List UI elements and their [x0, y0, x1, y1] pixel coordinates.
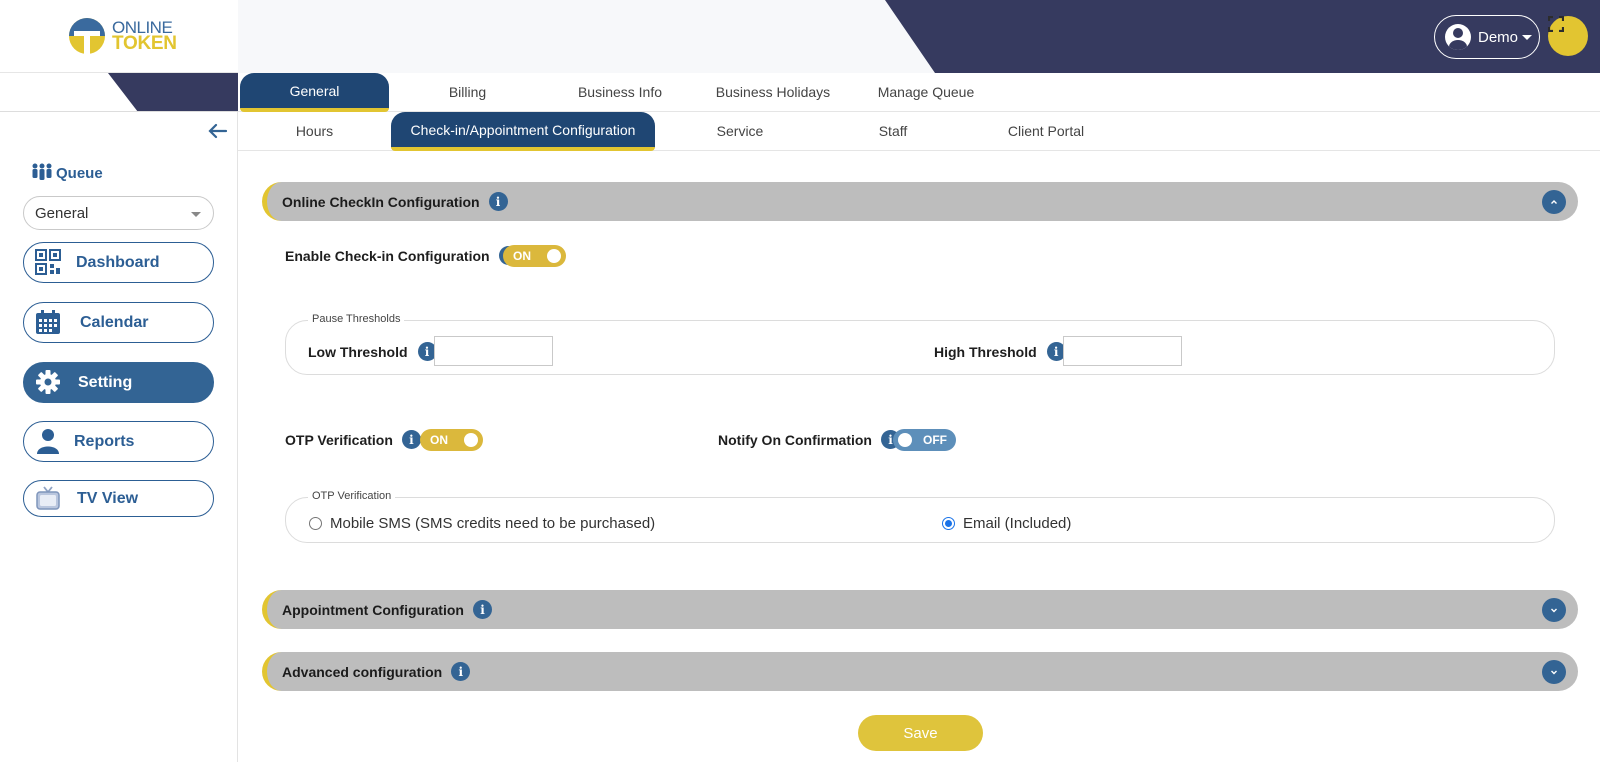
sidebar-band-shape [108, 73, 238, 111]
fullscreen-button[interactable] [1548, 16, 1588, 56]
toggle-state: OFF [923, 433, 947, 447]
low-threshold-label: Low Threshold [308, 343, 408, 360]
user-name: Demo [1478, 28, 1519, 46]
sidebar-item-tv-view[interactable]: TV View [23, 480, 214, 517]
tab-client-portal[interactable]: Client Portal [971, 112, 1121, 149]
sidebar: Queue General Dashboard Calendar Setting… [0, 112, 238, 762]
high-threshold-input[interactable] [1063, 336, 1182, 366]
low-threshold-row: Low Threshold i [308, 342, 437, 361]
save-button[interactable]: Save [858, 715, 983, 751]
header-background-shape [885, 0, 1600, 73]
sidebar-item-setting[interactable]: Setting [23, 362, 214, 403]
high-threshold-row: High Threshold i [934, 342, 1066, 361]
info-icon[interactable]: i [472, 600, 492, 619]
notify-confirmation-toggle[interactable]: OFF [893, 429, 956, 451]
radio-button[interactable] [309, 517, 322, 530]
tab-staff[interactable]: Staff [818, 112, 968, 149]
primary-tab-bar: General Billing Business Info Business H… [238, 73, 1600, 112]
logo-text-token: TOKEN [112, 33, 177, 54]
section-header-appointment[interactable]: Appointment Configuration i [262, 590, 1578, 629]
chevron-down-icon[interactable] [1542, 598, 1566, 622]
toggle-knob [547, 249, 561, 263]
qr-code-icon [35, 249, 61, 275]
enable-checkin-row: Enable Check-in Configuration i [285, 246, 518, 265]
fullscreen-icon [1548, 16, 1564, 32]
otp-sms-option[interactable]: Mobile SMS (SMS credits need to be purch… [309, 515, 655, 532]
gear-icon [36, 370, 60, 394]
tab-business-holidays[interactable]: Business Holidays [698, 73, 848, 110]
queue-select[interactable]: General [23, 196, 214, 230]
user-menu-button[interactable]: Demo [1434, 15, 1540, 59]
otp-email-option[interactable]: Email (Included) [942, 515, 1071, 532]
tv-icon [36, 486, 60, 510]
sidebar-item-dashboard[interactable]: Dashboard [23, 242, 214, 283]
otp-method-legend: OTP Verification [308, 490, 396, 502]
enable-checkin-label: Enable Check-in Configuration [285, 247, 490, 264]
tab-business-info[interactable]: Business Info [545, 73, 695, 110]
secondary-tab-bar: Hours Check-in/Appointment Configuration… [238, 112, 1600, 151]
sidebar-item-label: TV View [77, 489, 139, 507]
tab-general[interactable]: General [240, 73, 389, 112]
toggle-state: ON [513, 249, 531, 263]
high-threshold-label: High Threshold [934, 343, 1037, 360]
otp-verification-row: OTP Verification i [285, 430, 421, 449]
collapse-arrow-icon[interactable] [206, 120, 228, 142]
section-title: Appointment Configuration [282, 601, 464, 618]
section-header-online-checkin[interactable]: Online CheckIn Configuration i [262, 182, 1578, 221]
tab-billing[interactable]: Billing [393, 73, 542, 110]
info-icon[interactable]: i [488, 192, 508, 211]
sidebar-item-label: Dashboard [76, 253, 160, 271]
info-icon[interactable]: i [401, 430, 421, 449]
calendar-icon [36, 310, 60, 334]
tab-checkin-appointment-configuration[interactable]: Check-in/Appointment Configuration [391, 112, 655, 151]
tab-manage-queue[interactable]: Manage Queue [851, 73, 1001, 110]
toggle-state: ON [430, 433, 448, 447]
info-icon[interactable]: i [451, 662, 471, 681]
notify-confirmation-label: Notify On Confirmation [718, 431, 872, 448]
sidebar-item-label: Calendar [80, 313, 149, 331]
toggle-knob [464, 433, 478, 447]
user-icon [37, 429, 59, 454]
sidebar-item-reports[interactable]: Reports [23, 421, 214, 462]
sidebar-item-label: Setting [78, 373, 133, 391]
otp-verification-label: OTP Verification [285, 431, 393, 448]
chevron-up-icon[interactable] [1542, 190, 1566, 214]
radio-button-selected[interactable] [942, 517, 955, 530]
sidebar-header-band [0, 73, 238, 112]
logo-icon [69, 18, 105, 55]
section-header-advanced[interactable]: Advanced configuration i [262, 652, 1578, 691]
sidebar-item-calendar[interactable]: Calendar [23, 302, 214, 343]
brand-logo[interactable]: ONLINE TOKEN [0, 0, 238, 73]
otp-sms-label: Mobile SMS (SMS credits need to be purch… [330, 515, 656, 532]
section-title: Advanced configuration [282, 663, 443, 680]
tab-service[interactable]: Service [665, 112, 815, 149]
chevron-down-icon [191, 212, 201, 217]
sidebar-item-label: Reports [74, 432, 135, 450]
chevron-down-icon[interactable] [1542, 660, 1566, 684]
toggle-knob [898, 433, 912, 447]
user-avatar-icon [1445, 24, 1471, 50]
chevron-down-icon [1522, 34, 1533, 40]
people-icon [32, 163, 52, 180]
queue-label: Queue [31, 163, 103, 183]
tab-hours[interactable]: Hours [238, 112, 391, 149]
otp-email-label: Email (Included) [963, 515, 1072, 532]
section-title: Online CheckIn Configuration [282, 193, 480, 210]
pause-thresholds-legend: Pause Thresholds [308, 313, 405, 325]
notify-confirmation-row: Notify On Confirmation i [718, 430, 900, 449]
otp-verification-toggle[interactable]: ON [420, 429, 483, 451]
low-threshold-input[interactable] [434, 336, 553, 366]
queue-select-value: General [35, 204, 89, 222]
enable-checkin-toggle[interactable]: ON [503, 245, 566, 267]
queue-label-text: Queue [56, 164, 103, 182]
top-header: Demo [238, 0, 1600, 73]
